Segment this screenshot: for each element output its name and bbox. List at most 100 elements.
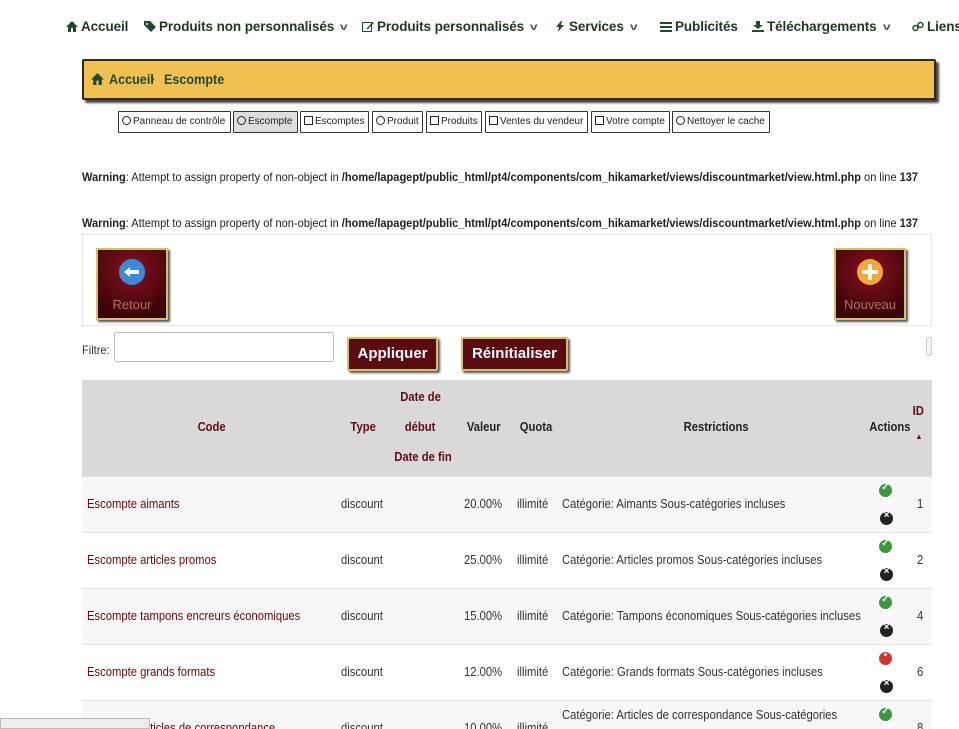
breadcrumb-home-link[interactable]: Accueil (109, 71, 154, 87)
published-toggle-icon[interactable]: ✓ (879, 594, 892, 609)
cell-value: 20.00% (464, 497, 503, 511)
nav-item-produits-personnalises[interactable]: Produits personnalisés v (362, 19, 538, 34)
delete-icon[interactable]: × (880, 678, 893, 693)
apply-button[interactable]: Appliquer (347, 337, 438, 371)
sort-asc-icon[interactable]: ▲ (915, 432, 922, 441)
discount-code-link[interactable]: Escompte tampons encreurs économiques (87, 609, 300, 623)
cell-restriction: Catégorie: Aimants Sous-catégories inclu… (562, 497, 786, 511)
home-icon (66, 21, 78, 32)
home-icon (91, 73, 104, 85)
cell-type: discount (341, 553, 383, 567)
plus-icon (857, 259, 883, 285)
discount-code-link[interactable]: Escompte articles promos (87, 553, 216, 567)
cell-quota: illimité (517, 721, 549, 729)
arrow-left-icon (119, 259, 145, 285)
column-header-restrictions: Restrictions (683, 420, 749, 434)
column-header-date-debut[interactable]: Date de (400, 390, 441, 404)
refresh-icon (676, 116, 685, 125)
published-toggle-icon[interactable]: ✓ (879, 538, 892, 553)
table-row: Escompte aimants discount 20.00% illimit… (82, 476, 932, 532)
table-row: Escompte articles de correspondance disc… (82, 700, 932, 729)
toolbar-button-cache[interactable]: Nettoyer le cache (672, 111, 770, 133)
plus-circle-icon (237, 116, 246, 125)
cell-value: 25.00% (464, 553, 503, 567)
nav-item-publicites[interactable]: Publicités (660, 19, 738, 34)
nav-item-services[interactable]: Services v (554, 19, 638, 34)
cell-quota: illimité (517, 497, 549, 511)
toolbar-button-produits[interactable]: Produits (426, 111, 482, 133)
cell-id: 8 (917, 721, 924, 729)
column-header-id[interactable]: ID (913, 404, 924, 418)
table-row: Escompte tampons encreurs économiques di… (82, 588, 932, 644)
table-row: Escompte grands formats discount 12.00% … (82, 644, 932, 700)
cell-restriction: Catégorie: Tampons économiques Sous-caté… (562, 609, 861, 623)
delete-icon[interactable]: × (880, 566, 893, 581)
list-icon (430, 116, 439, 125)
column-header-valeur: Valeur (466, 420, 501, 434)
discount-code-link[interactable]: Escompte aimants (87, 497, 180, 511)
cell-type: discount (341, 721, 383, 729)
back-button[interactable]: Retour (96, 248, 168, 320)
toolbar-button-produit[interactable]: Produit (372, 111, 423, 133)
published-toggle-icon[interactable]: ✓ (879, 482, 892, 497)
cell-id: 6 (917, 665, 924, 679)
toolbar-button-ventes[interactable]: Ventes du vendeur (485, 111, 588, 133)
published-toggle-icon[interactable]: ✓ (879, 706, 892, 721)
cell-value: 15.00% (464, 609, 503, 623)
unpublished-toggle-icon[interactable]: • (879, 650, 892, 665)
filter-input[interactable] (114, 332, 334, 362)
column-header-date-fin[interactable]: Date de fin (394, 450, 452, 464)
link-icon (912, 21, 924, 32)
breadcrumb: Accueil › Escompte (82, 59, 936, 100)
discount-table: Code Type Date de début Date de fin Vale… (82, 380, 932, 729)
discount-code-link[interactable]: Escompte grands formats (87, 665, 215, 679)
cell-id: 1 (917, 497, 924, 511)
warning-message: Warning: Attempt to assign property of n… (82, 216, 919, 230)
cell-quota: illimité (517, 553, 549, 567)
nav-item-telechargements[interactable]: Téléchargements v (752, 19, 890, 34)
cell-type: discount (341, 497, 383, 511)
nav-item-liens[interactable]: Liens (912, 19, 959, 34)
cell-restriction: Catégorie: Articles de correspondance So… (562, 708, 838, 722)
list-icon (489, 116, 498, 125)
table-row: Escompte articles promos discount 25.00%… (82, 532, 932, 588)
plus-circle-icon (376, 116, 385, 125)
cell-value: 10.00% (464, 721, 503, 729)
warning-message: Warning: Attempt to assign property of n… (82, 170, 919, 184)
cell-quota: illimité (517, 665, 549, 679)
chevron-down-icon: v (340, 22, 348, 33)
new-button[interactable]: Nouveau (834, 248, 906, 320)
list-icon (304, 116, 313, 125)
toolbar-button-escomptes[interactable]: Escomptes (300, 111, 369, 133)
chevron-down-icon: v (530, 22, 538, 33)
scrollbar[interactable] (926, 337, 932, 356)
toolbar-button-compte[interactable]: Votre compte (591, 111, 670, 133)
tag-icon (144, 21, 156, 32)
column-header-quota: Quota (519, 420, 553, 434)
filter-label: Filtre: (82, 343, 110, 357)
nav-item-produits-non-personnalises[interactable]: Produits non personnalisés v (144, 19, 348, 34)
chevron-down-icon: v (629, 22, 638, 33)
edit-icon (595, 116, 604, 125)
cell-restriction: Catégorie: Articles promos Sous-catégori… (562, 553, 823, 567)
delete-icon[interactable]: × (880, 622, 893, 637)
top-navigation: Accueil Produits non personnalisés v Prod… (0, 0, 959, 55)
cell-quota: illimité (517, 609, 549, 623)
delete-icon[interactable]: × (880, 510, 893, 525)
nav-item-accueil[interactable]: Accueil (66, 19, 128, 34)
column-header-type[interactable]: Type (350, 420, 375, 434)
column-header-code[interactable]: Code (198, 420, 226, 434)
edit-icon (362, 22, 374, 32)
horizontal-scrollbar[interactable] (0, 718, 150, 729)
cell-id: 2 (917, 553, 924, 567)
cell-type: discount (341, 609, 383, 623)
chevron-right-icon: › (150, 70, 155, 86)
download-icon (752, 21, 764, 32)
cell-id: 4 (917, 609, 924, 623)
reset-button[interactable]: Réinitialiser (461, 337, 568, 371)
toolbar-button-escompte[interactable]: Escompte (233, 111, 298, 133)
bolt-icon (556, 21, 564, 32)
column-header-date-debut-2[interactable]: début (405, 420, 436, 434)
dashboard-icon (122, 116, 131, 125)
toolbar-button-panneau[interactable]: Panneau de contrôle (118, 111, 231, 133)
